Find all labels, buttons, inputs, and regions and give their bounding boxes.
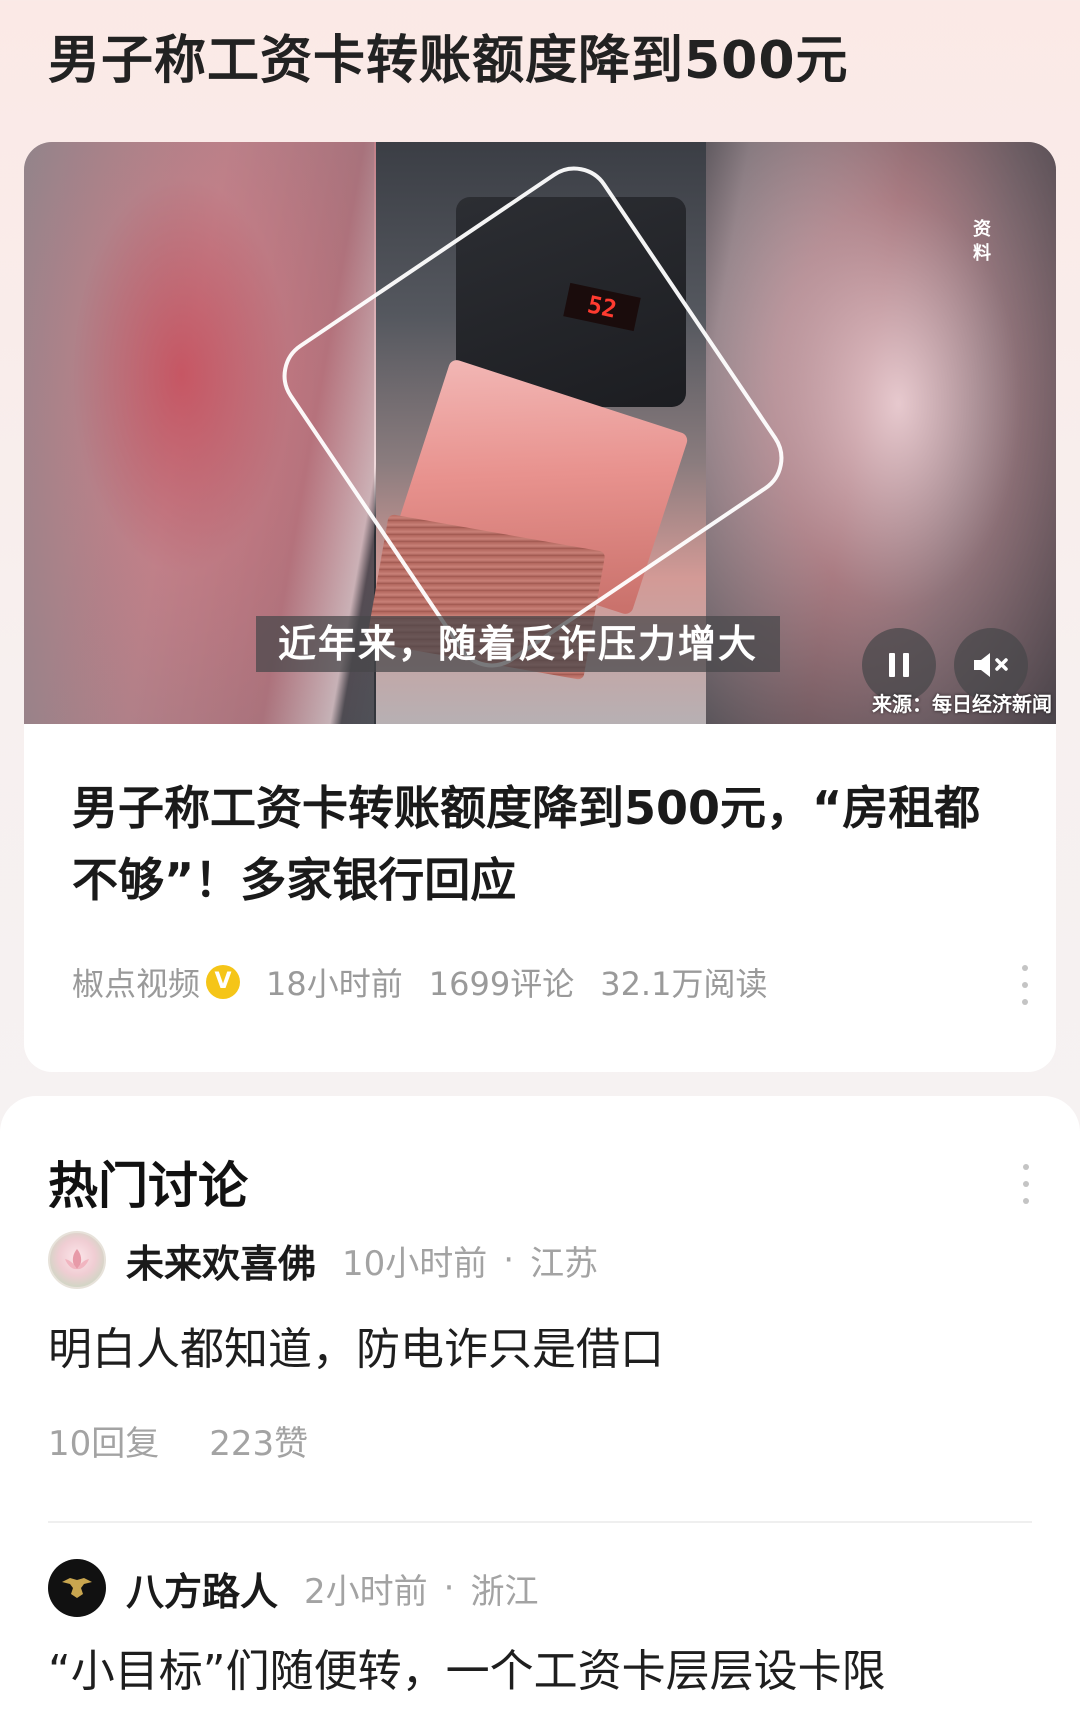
comment-text: 明白人都知道，防电诈只是借口 <box>48 1324 664 1375</box>
news-headline[interactable]: 男子称工资卡转账额度降到500元，“房租都不够”！多家银行回应 <box>72 772 1012 916</box>
verified-badge-icon: V <box>206 965 241 999</box>
archive-label: 资料 <box>973 219 991 264</box>
muted-speaker-icon <box>974 653 1008 677</box>
comment-item[interactable]: 八方路人 2小时前 · 浙江 “小目标”们随便转，一个工资卡层层设卡限 <box>48 1558 1038 1702</box>
section-title: 热门讨论 <box>48 1157 248 1215</box>
video-subtitle: 近年来，随着反诈压力增大 <box>256 616 781 672</box>
eagle-logo-icon <box>62 1578 92 1598</box>
reply-count-button[interactable]: 10回复 <box>48 1416 159 1465</box>
avatar[interactable] <box>48 1559 106 1617</box>
comment-username[interactable]: 未来欢喜佛 <box>126 1233 316 1288</box>
video-source: 来源：每日经济新闻 <box>872 692 1052 716</box>
avatar[interactable] <box>48 1231 106 1289</box>
comment-location: 江苏 <box>530 1243 599 1284</box>
like-count-button[interactable]: 223赞 <box>209 1416 308 1465</box>
comment-text: “小目标”们随便转，一个工资卡层层设卡限 <box>48 1646 886 1697</box>
news-card[interactable]: 52 资料 近年来，随着反诈压力增大 来源：每日经济新闻 男子称工资卡转账额度降… <box>24 142 1056 1072</box>
comment-time: 2小时前 <box>304 1571 428 1612</box>
divider <box>48 1521 1032 1523</box>
news-meta: 椒点视频 V 18小时前 1699评论 32.1万阅读 <box>72 957 793 1007</box>
news-read-count: 32.1万阅读 <box>600 965 768 1003</box>
separator-dot: · <box>443 1568 455 1608</box>
video-player[interactable]: 52 资料 近年来，随着反诈压力增大 来源：每日经济新闻 <box>24 142 1056 724</box>
more-options-icon[interactable] <box>1021 1164 1031 1204</box>
hot-discussion-section: 热门讨论 未来欢喜佛 10小时前 · 江苏 明白人都知道，防电诈只是借口 10回… <box>0 1096 1080 1723</box>
news-comment-count: 1699评论 <box>428 965 575 1003</box>
news-author[interactable]: 椒点视频 <box>72 959 200 1005</box>
comment-time: 10小时前 <box>342 1243 488 1284</box>
news-time: 18小时前 <box>266 965 403 1003</box>
pause-icon <box>889 653 909 677</box>
separator-dot: · <box>503 1240 515 1280</box>
page-title: 男子称工资卡转账额度降到500元 <box>48 31 849 91</box>
comment-location: 浙江 <box>470 1571 539 1612</box>
more-options-icon[interactable] <box>1020 965 1030 1005</box>
lotus-icon <box>65 1249 89 1270</box>
comment-username[interactable]: 八方路人 <box>126 1561 278 1616</box>
comment-item[interactable]: 未来欢喜佛 10小时前 · 江苏 明白人都知道，防电诈只是借口 10回复 223… <box>48 1230 1038 1465</box>
